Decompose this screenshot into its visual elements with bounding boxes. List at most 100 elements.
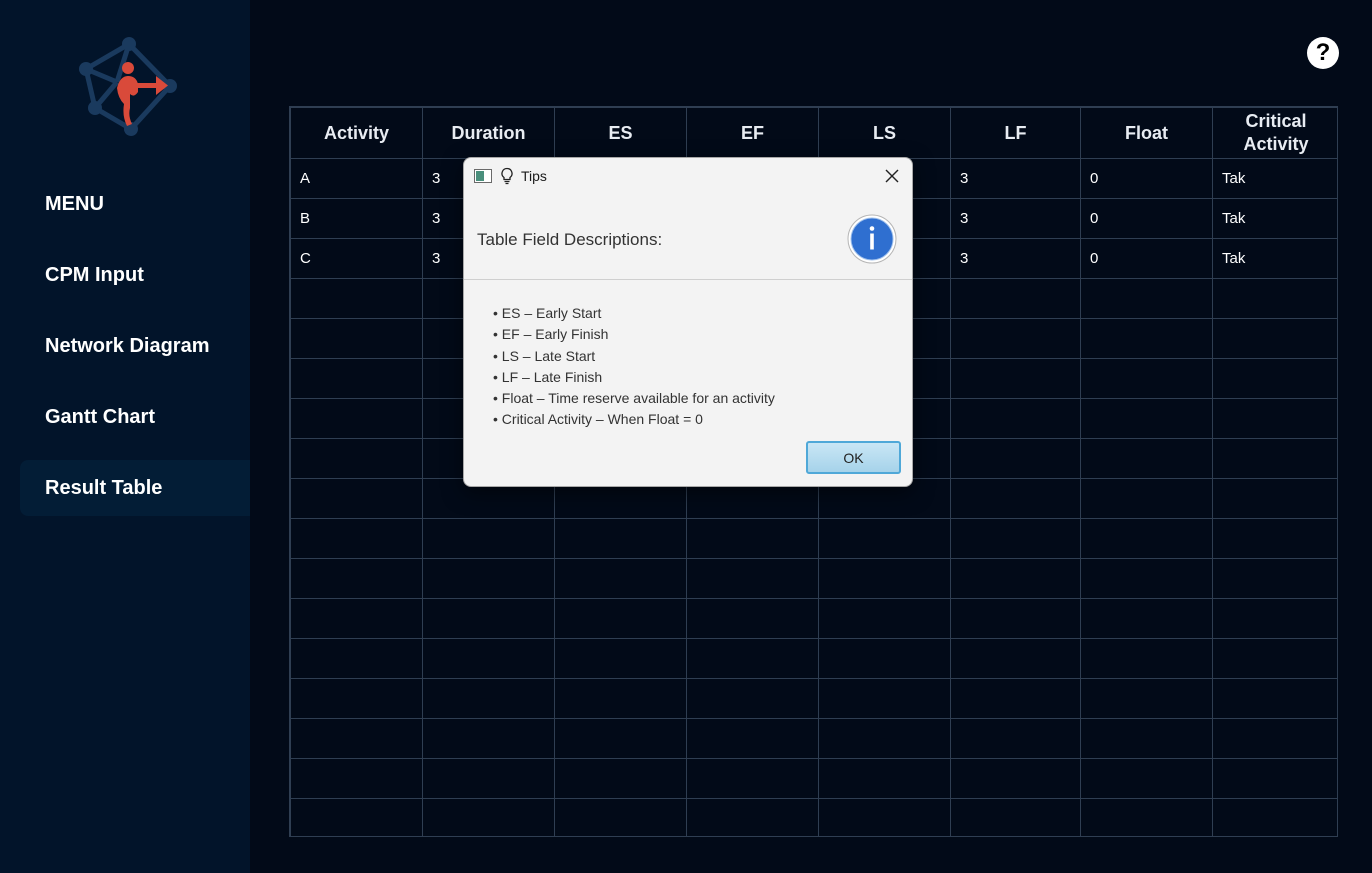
column-header-float[interactable]: Float (1080, 107, 1213, 159)
sidebar-item-result-table[interactable]: Result Table (20, 460, 250, 516)
empty-table-cell (554, 598, 687, 639)
empty-table-cell (290, 798, 423, 836)
empty-table-cell (1212, 758, 1337, 799)
empty-table-cell (950, 398, 1081, 439)
empty-table-row (290, 798, 1337, 836)
column-header-es[interactable]: ES (554, 107, 687, 159)
empty-table-cell (950, 758, 1081, 799)
empty-table-cell (818, 798, 951, 836)
description-line-es: • ES – Early Start (493, 305, 602, 321)
empty-table-cell (950, 278, 1081, 319)
empty-table-row (290, 678, 1337, 719)
empty-table-cell (950, 518, 1081, 559)
empty-table-cell (1212, 638, 1337, 679)
empty-table-cell (290, 358, 423, 399)
empty-table-cell (422, 678, 555, 719)
description-line-float: • Float – Time reserve available for an … (493, 390, 775, 407)
empty-table-cell (290, 598, 423, 639)
empty-table-cell (686, 638, 819, 679)
empty-table-cell (818, 638, 951, 679)
empty-table-cell (1212, 318, 1337, 359)
close-icon[interactable] (882, 166, 902, 186)
sidebar-item-network-diagram[interactable]: Network Diagram (20, 318, 250, 374)
column-header-duration[interactable]: Duration (422, 107, 555, 159)
empty-table-cell (290, 518, 423, 559)
column-header-lf[interactable]: LF (950, 107, 1081, 159)
empty-table-cell (422, 638, 555, 679)
empty-table-cell (1212, 718, 1337, 759)
empty-table-cell (686, 798, 819, 836)
empty-table-cell (950, 598, 1081, 639)
empty-table-cell (950, 438, 1081, 479)
empty-table-row (290, 558, 1337, 599)
column-header-ef[interactable]: EF (686, 107, 819, 159)
empty-table-cell (1212, 478, 1337, 519)
empty-table-cell (950, 638, 1081, 679)
empty-table-cell (554, 718, 687, 759)
empty-table-cell (818, 598, 951, 639)
empty-table-cell (818, 718, 951, 759)
empty-table-cell (422, 558, 555, 599)
empty-table-cell (1212, 438, 1337, 479)
sidebar-item-label: Result Table (45, 476, 163, 499)
empty-table-cell (950, 718, 1081, 759)
empty-table-cell (290, 678, 423, 719)
description-line-ls: • LS – Late Start (493, 347, 596, 364)
empty-table-cell (686, 758, 819, 799)
empty-table-cell (950, 358, 1081, 399)
table-cell: Tak (1212, 238, 1337, 279)
ok-button[interactable]: OK (806, 441, 901, 474)
sidebar-item-gantt-chart[interactable]: Gantt Chart (20, 389, 250, 445)
empty-table-cell (290, 398, 423, 439)
sidebar-item-cpm-input[interactable]: CPM Input (20, 247, 250, 303)
empty-table-cell (818, 678, 951, 719)
table-cell: 0 (1080, 158, 1213, 199)
empty-table-cell (290, 718, 423, 759)
sidebar-item-label: Gantt Chart (45, 405, 155, 428)
empty-table-cell (554, 758, 687, 799)
empty-table-cell (422, 598, 555, 639)
empty-table-cell (1212, 358, 1337, 399)
empty-table-cell (686, 598, 819, 639)
empty-table-cell (422, 718, 555, 759)
column-header-activity[interactable]: Activity (290, 107, 423, 159)
table-cell: Tak (1212, 198, 1337, 239)
sidebar-item-label: Network Diagram (45, 334, 210, 357)
menu-title: MENU (20, 176, 250, 232)
sidebar: MENU CPM Input Network Diagram Gantt Cha… (0, 0, 250, 873)
empty-table-cell (554, 798, 687, 836)
empty-table-cell (290, 278, 423, 319)
empty-table-cell (1080, 558, 1213, 599)
table-cell: B (290, 198, 423, 239)
empty-table-cell (1080, 358, 1213, 399)
empty-table-row (290, 598, 1337, 639)
empty-table-cell (1080, 638, 1213, 679)
help-icon[interactable]: ? (1307, 37, 1339, 69)
empty-table-cell (686, 678, 819, 719)
empty-table-cell (1212, 598, 1337, 639)
dialog-body: • ES – Early Start • EF – Early Finish •… (493, 303, 775, 431)
app-window-icon (474, 169, 492, 183)
empty-table-cell (554, 558, 687, 599)
tips-dialog: Tips Table Field Descriptions: • ES – Ea… (463, 157, 913, 487)
empty-table-cell (554, 638, 687, 679)
table-cell: C (290, 238, 423, 279)
column-header-ls[interactable]: LS (818, 107, 951, 159)
empty-table-row (290, 758, 1337, 799)
empty-table-cell (290, 558, 423, 599)
empty-table-cell (1080, 798, 1213, 836)
empty-table-cell (422, 758, 555, 799)
empty-table-cell (290, 758, 423, 799)
empty-table-cell (290, 438, 423, 479)
empty-table-cell (1212, 558, 1337, 599)
empty-table-cell (1080, 278, 1213, 319)
empty-table-cell (1080, 598, 1213, 639)
empty-table-row (290, 518, 1337, 559)
empty-table-cell (1080, 678, 1213, 719)
table-cell: 0 (1080, 198, 1213, 239)
column-header-critical-activity[interactable]: Critical Activity (1212, 107, 1337, 159)
sidebar-item-label: CPM Input (45, 263, 144, 286)
empty-table-cell (290, 478, 423, 519)
dialog-titlebar[interactable]: Tips (464, 158, 912, 194)
description-line-critical: • Critical Activity – When Float = 0 (493, 411, 703, 428)
